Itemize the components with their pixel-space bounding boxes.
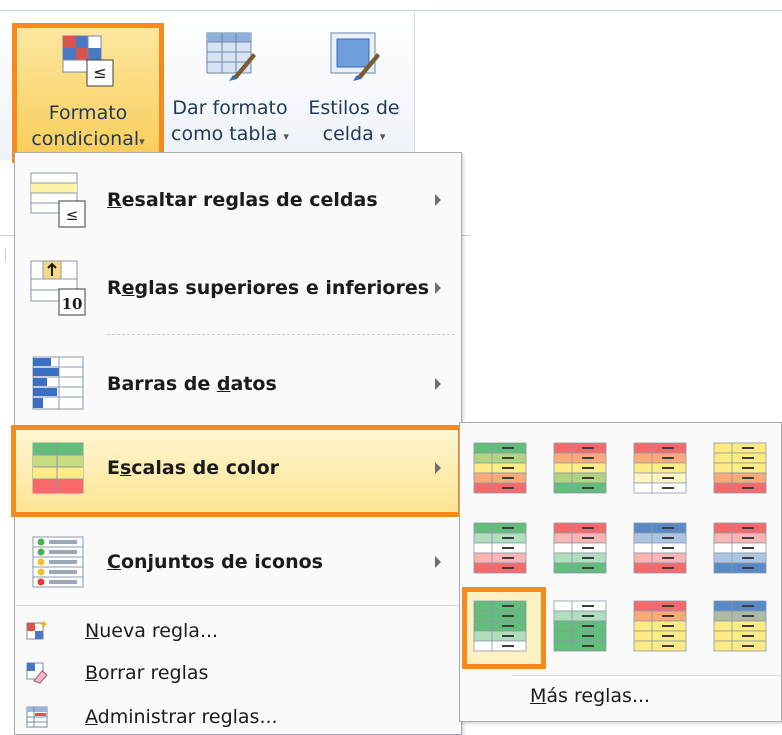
color-scale-option-icon[interactable] xyxy=(632,521,688,575)
highlight-rules-icon: ≤ xyxy=(30,172,86,228)
menu-item-icon-sets[interactable]: Conjuntos de iconos xyxy=(15,525,461,599)
color-scale-option-icon[interactable] xyxy=(552,599,608,653)
menu-item-label-post: esaltar reglas de celdas xyxy=(121,189,378,211)
color-scale-option-icon[interactable] xyxy=(632,599,688,653)
menu-item-label-post: onjuntos de iconos xyxy=(120,551,323,573)
more-rules-accelerator: M xyxy=(530,685,547,707)
icon-sets-icon xyxy=(32,536,84,588)
new-rule-icon xyxy=(26,620,48,640)
menu-item-label-post: ueva regla... xyxy=(99,620,219,642)
submenu-arrow-icon xyxy=(435,194,441,206)
ribbon-styles-group: ≤ Formato condicional▾ Dar formato como … xyxy=(0,11,415,163)
menu-item-label-post: glas superiores e inferiores xyxy=(134,277,430,299)
format-as-table-label-1: Dar formato xyxy=(172,97,288,119)
submenu-arrow-icon xyxy=(435,556,441,568)
format-as-table-label-2: como tabla xyxy=(171,123,278,145)
cell-styles-label-1: Estilos de xyxy=(308,97,400,119)
submenu-arrow-icon xyxy=(435,282,441,294)
menu-item-clear-rules[interactable]: Borrar reglas xyxy=(15,653,461,693)
format-as-table-icon xyxy=(206,32,256,81)
worksheet-gridline xyxy=(5,248,6,262)
color-scale-option-icon[interactable] xyxy=(632,441,688,495)
color-scale-option-icon[interactable] xyxy=(712,441,768,495)
menu-item-accelerator: s xyxy=(119,457,132,479)
menu-item-new-rule[interactable]: Nueva regla... xyxy=(15,611,461,651)
color-scale-option-icon[interactable] xyxy=(472,599,528,653)
color-scale-option-icon[interactable] xyxy=(472,441,528,495)
menu-item-accelerator: C xyxy=(107,551,121,573)
menu-item-label-post: atos xyxy=(230,373,277,395)
menu-item-label-post: calas de color xyxy=(131,457,279,479)
cell-styles-label-2: celda xyxy=(322,123,374,145)
color-scale-option-icon[interactable] xyxy=(712,599,768,653)
menu-separator xyxy=(15,605,461,606)
dropdown-caret-icon: ▾ xyxy=(379,130,386,143)
svg-text:10: 10 xyxy=(62,295,83,313)
menu-item-manage-rules[interactable]: Administrar reglas... xyxy=(15,697,461,735)
menu-item-label-pre: E xyxy=(107,457,120,479)
menu-item-accelerator: R xyxy=(107,189,122,211)
clear-rules-icon xyxy=(26,662,48,684)
menu-item-color-scales[interactable]: Escalas de color xyxy=(15,425,461,511)
color-scale-option-icon[interactable] xyxy=(712,521,768,575)
menu-item-accelerator: d xyxy=(216,373,231,395)
conditional-format-icon: ≤ xyxy=(62,35,114,87)
color-scale-option-icon[interactable] xyxy=(552,521,608,575)
dropdown-caret-icon: ▾ xyxy=(139,135,145,148)
submenu-arrow-icon xyxy=(435,378,441,390)
conditional-format-label-2: condicional xyxy=(31,128,140,150)
menu-item-label-post: dministrar reglas... xyxy=(97,706,278,728)
menu-item-label-pre: Barras de xyxy=(107,373,217,395)
manage-rules-icon xyxy=(26,706,48,728)
cell-styles-icon xyxy=(330,32,380,81)
format-as-table-button[interactable]: Dar formato como tabla ▾ xyxy=(168,23,292,150)
data-bars-icon xyxy=(32,356,84,410)
dropdown-caret-icon: ▾ xyxy=(283,130,289,143)
color-scale-option-icon[interactable] xyxy=(472,521,528,575)
cell-styles-button[interactable]: Estilos de celda ▾ xyxy=(300,23,408,150)
conditional-format-label-1: Formato xyxy=(48,102,128,124)
menu-item-label-post: orrar reglas xyxy=(98,662,209,684)
menu-item-accelerator: B xyxy=(85,662,99,684)
conditional-format-menu: ≤ Resaltar reglas de celdas 10 Reglas su… xyxy=(11,152,463,735)
submenu-arrow-icon xyxy=(435,462,441,474)
conditional-format-button[interactable]: ≤ Formato condicional▾ xyxy=(12,23,164,163)
more-rules-label-post: ás reglas... xyxy=(546,685,651,707)
color-scale-option-icon[interactable] xyxy=(552,441,608,495)
menu-separator xyxy=(107,334,455,335)
color-scales-icon xyxy=(32,442,84,494)
submenu-separator xyxy=(512,675,782,676)
menu-item-data-bars[interactable]: Barras de datos xyxy=(15,347,461,421)
svg-text:≤: ≤ xyxy=(93,63,106,82)
worksheet-gridline xyxy=(0,235,14,236)
menu-item-accelerator: A xyxy=(85,706,98,728)
worksheet-gridline xyxy=(462,235,470,236)
menu-item-highlight-cell-rules[interactable]: ≤ Resaltar reglas de celdas xyxy=(15,163,461,237)
menu-item-accelerator: N xyxy=(85,620,100,642)
svg-text:≤: ≤ xyxy=(66,206,79,224)
menu-item-top-bottom-rules[interactable]: 10 Reglas superiores e inferiores xyxy=(15,251,461,325)
color-scales-submenu: Más reglas... xyxy=(459,422,782,722)
menu-item-label-pre: R xyxy=(107,277,122,299)
more-rules-item[interactable]: Más reglas... xyxy=(530,685,650,707)
menu-item-accelerator: e xyxy=(121,277,135,299)
top-bottom-rules-icon: 10 xyxy=(30,260,86,316)
